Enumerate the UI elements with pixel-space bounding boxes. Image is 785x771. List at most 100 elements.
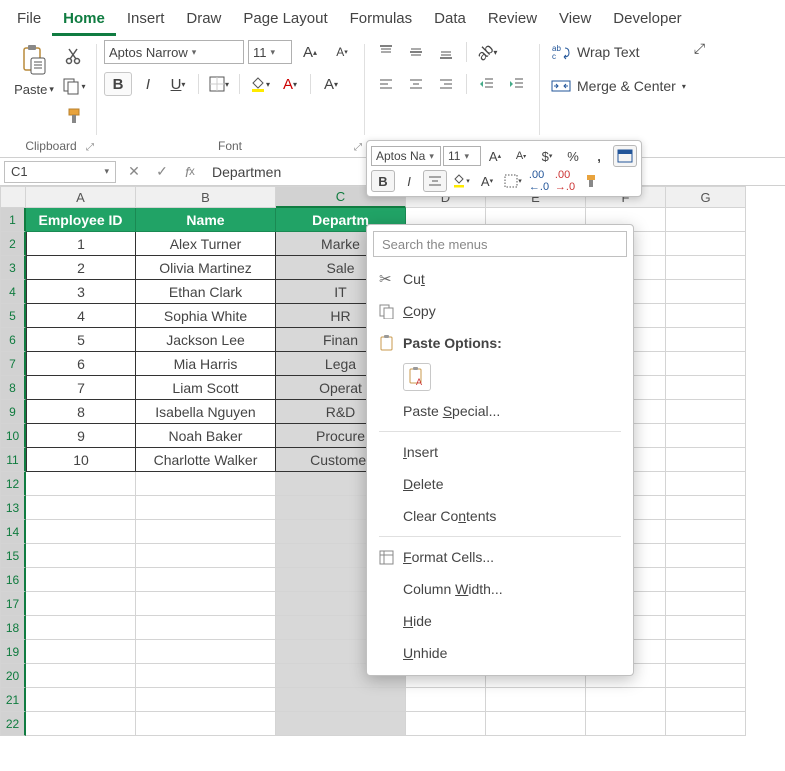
grow-font-button[interactable]: A▴: [296, 40, 324, 64]
cell[interactable]: [26, 592, 136, 616]
cell[interactable]: [136, 640, 276, 664]
cell[interactable]: Olivia Martinez: [136, 256, 276, 280]
cell[interactable]: [406, 688, 486, 712]
mini-font-size[interactable]: 11▾: [443, 146, 481, 166]
ctx-hide[interactable]: Hide: [367, 605, 633, 637]
menu-insert[interactable]: Insert: [116, 6, 176, 36]
cell[interactable]: [26, 544, 136, 568]
cell[interactable]: [666, 400, 746, 424]
cell[interactable]: Jackson Lee: [136, 328, 276, 352]
mini-percent[interactable]: %: [561, 145, 585, 167]
copy-button[interactable]: ▾: [60, 74, 88, 98]
context-search-input[interactable]: Search the menus: [373, 231, 627, 257]
ctx-insert[interactable]: Insert: [367, 436, 633, 468]
paste-label[interactable]: Paste▾: [14, 82, 54, 97]
cell[interactable]: [586, 688, 666, 712]
insert-function-button[interactable]: fx: [176, 160, 204, 184]
mini-borders[interactable]: ▾: [501, 170, 525, 192]
menu-pagelayout[interactable]: Page Layout: [232, 6, 338, 36]
mini-bold[interactable]: B: [371, 170, 395, 192]
cell[interactable]: [136, 568, 276, 592]
cell[interactable]: [666, 376, 746, 400]
orientation-button[interactable]: ab▾: [473, 40, 501, 64]
mini-align-center[interactable]: [423, 170, 447, 192]
align-right-button[interactable]: [432, 72, 460, 96]
mini-comma[interactable]: ,: [587, 145, 611, 167]
cell[interactable]: [666, 568, 746, 592]
cell[interactable]: [26, 472, 136, 496]
cell[interactable]: Ethan Clark: [136, 280, 276, 304]
cell[interactable]: [136, 616, 276, 640]
cell[interactable]: [666, 712, 746, 736]
column-header-b[interactable]: B: [136, 186, 276, 208]
cell[interactable]: 3: [26, 280, 136, 304]
shrink-font-button[interactable]: A▾: [328, 40, 356, 64]
cut-button[interactable]: [60, 44, 88, 68]
align-top-button[interactable]: [372, 40, 400, 64]
cell[interactable]: 8: [26, 400, 136, 424]
menu-file[interactable]: File: [6, 6, 52, 36]
menu-draw[interactable]: Draw: [175, 6, 232, 36]
menu-developer[interactable]: Developer: [602, 6, 692, 36]
cell[interactable]: 2: [26, 256, 136, 280]
ctx-column-width[interactable]: Column Width...: [367, 573, 633, 605]
cell[interactable]: [666, 472, 746, 496]
cell[interactable]: [406, 712, 486, 736]
cell[interactable]: [26, 712, 136, 736]
cell[interactable]: Noah Baker: [136, 424, 276, 448]
cell[interactable]: 10: [26, 448, 136, 472]
cell[interactable]: [136, 592, 276, 616]
cell[interactable]: [26, 496, 136, 520]
row-header[interactable]: 4: [0, 280, 26, 304]
underline-button[interactable]: U▾: [164, 72, 192, 96]
row-header[interactable]: 9: [0, 400, 26, 424]
cell[interactable]: [26, 520, 136, 544]
format-painter-button[interactable]: [60, 104, 88, 128]
cell[interactable]: 6: [26, 352, 136, 376]
mini-fill-color[interactable]: ▾: [449, 170, 473, 192]
row-header[interactable]: 20: [0, 664, 26, 688]
cell[interactable]: Sophia White: [136, 304, 276, 328]
phonetic-button[interactable]: A▾: [317, 72, 345, 96]
cell[interactable]: 4: [26, 304, 136, 328]
alignment-launcher-icon[interactable]: ⤢: [694, 40, 705, 155]
row-header[interactable]: 7: [0, 352, 26, 376]
increase-indent-button[interactable]: [503, 72, 531, 96]
row-header[interactable]: 17: [0, 592, 26, 616]
mini-italic[interactable]: I: [397, 170, 421, 192]
menu-data[interactable]: Data: [423, 6, 477, 36]
fill-color-button[interactable]: ▾: [246, 72, 274, 96]
ctx-paste-special[interactable]: Paste Special...: [367, 395, 633, 427]
cell[interactable]: [276, 712, 406, 736]
italic-button[interactable]: I: [134, 72, 162, 96]
paste-option-button[interactable]: A: [403, 363, 431, 391]
row-header[interactable]: 16: [0, 568, 26, 592]
cell[interactable]: [136, 544, 276, 568]
mini-format-table[interactable]: [613, 145, 637, 167]
mini-font-color[interactable]: A▾: [475, 170, 499, 192]
cell[interactable]: [486, 712, 586, 736]
cell[interactable]: [666, 664, 746, 688]
cell[interactable]: 7: [26, 376, 136, 400]
cell[interactable]: Alex Turner: [136, 232, 276, 256]
merge-center-label[interactable]: Merge & Center: [577, 78, 676, 94]
column-header-g[interactable]: G: [666, 186, 746, 208]
name-box[interactable]: C1▾: [4, 161, 116, 183]
cancel-formula-button[interactable]: ✕: [120, 160, 148, 184]
row-header[interactable]: 14: [0, 520, 26, 544]
row-header[interactable]: 6: [0, 328, 26, 352]
cell[interactable]: [666, 424, 746, 448]
cell[interactable]: 9: [26, 424, 136, 448]
font-launcher-icon[interactable]: ⤢: [354, 142, 362, 153]
cell[interactable]: [666, 616, 746, 640]
row-header[interactable]: 1: [0, 208, 26, 232]
cell[interactable]: [666, 448, 746, 472]
ctx-unhide[interactable]: Unhide: [367, 637, 633, 669]
wrap-text-label[interactable]: Wrap Text: [577, 44, 640, 60]
cell[interactable]: [136, 520, 276, 544]
cell[interactable]: [136, 472, 276, 496]
ctx-delete[interactable]: Delete: [367, 468, 633, 500]
mini-accounting[interactable]: $▾: [535, 145, 559, 167]
row-header[interactable]: 10: [0, 424, 26, 448]
ctx-clear-contents[interactable]: Clear Contents: [367, 500, 633, 532]
